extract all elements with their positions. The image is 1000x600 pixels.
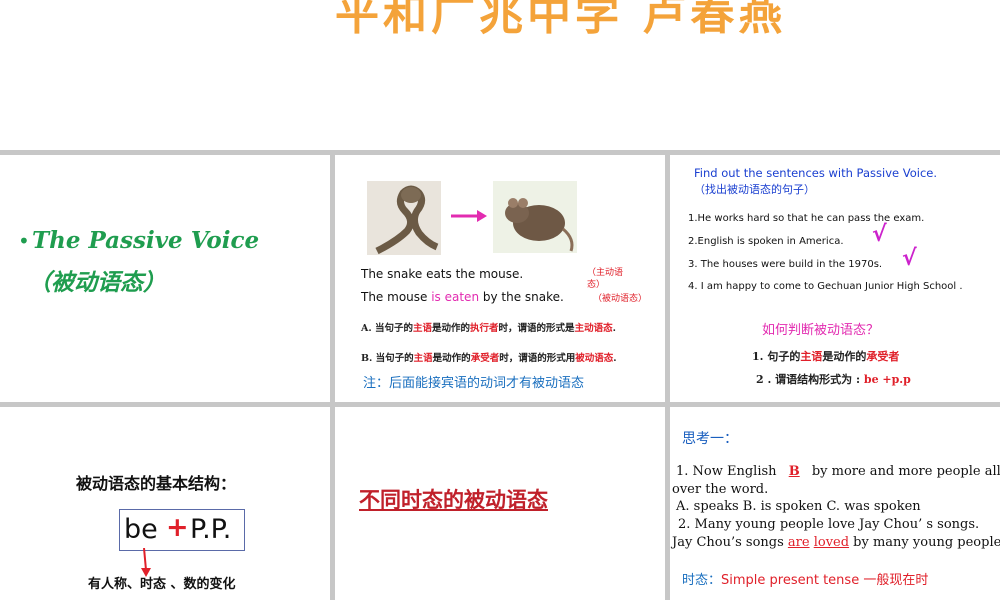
options-text: A. speaks B. is spoken C. was spoken [676,499,921,514]
sentence-passive: The mouse is eaten by the snake. [361,290,564,304]
answer-blank-3: loved [813,535,850,550]
slide-thumbnail-5[interactable]: 不同时态的被动语态 [335,407,665,600]
sentence-4: 4. I am happy to come to Gechuan Junior … [688,281,963,292]
question-text: 如何判断被动语态？ [762,323,880,338]
answer-blank-2: are [787,535,810,550]
point-1: 1. 句子的主语是动作的承受者 [752,350,900,363]
tag-active: （主动语态） [587,268,624,290]
formula-pp: P.P. [190,514,232,545]
slide-title: 思考一： [682,431,738,447]
slide-thumbnail-6[interactable]: 思考一： 1. Now English B by more and more p… [670,407,1000,600]
structure-note: 有人称、时态 、数的变化 [88,577,236,592]
slide-title: The Passive Voice [32,227,260,254]
question-1-line-1: 1. Now English B by more and more people… [676,464,1000,479]
slide-title: Find out the sentences with Passive Voic… [694,166,937,180]
slide-subtitle: （被动语态） [28,270,166,296]
slide-thumbnail-1[interactable]: • The Passive Voice （被动语态） [0,155,330,402]
rule-a: A. 当句子的主语是动作的执行者时，谓语的形式是主动语态. [361,323,616,334]
formula-plus: + [166,512,189,543]
rule-b: B. 当句子的主语是动作的承受者时，谓语的形式用被动语态. [361,353,617,364]
answer-blank-1: B [788,464,800,479]
question-2-line-2: Jay Chou’s songs are loved by many young… [672,535,1000,550]
slide-thumbnail-3[interactable]: Find out the sentences with Passive Voic… [670,155,1000,402]
question-1-line-2: over the word. [672,482,769,497]
sentence-1: 1.He works hard so that he can pass the … [688,213,925,224]
header-title: 平和广兆中学 卢春燕 [335,0,787,40]
header-banner: 平和广兆中学 卢春燕 [0,0,1000,150]
snake-image [367,181,441,255]
sentence-active: The snake eats the mouse. [361,267,524,281]
sentence-3: 3. The houses were build in the 1970s. [688,259,883,270]
point-2: 2 . 谓语结构形式为 : be +p.p [756,373,911,386]
check-mark-1: √ [872,222,887,247]
mouse-image [493,181,577,253]
slide-subtitle: （找出被动语态的句子） [694,183,815,196]
bullet: • [18,229,30,253]
slide-thumbnail-2[interactable]: The snake eats the mouse. The mouse is e… [335,155,665,402]
check-mark-2: √ [902,246,917,271]
tag-passive: （被动语态） [593,294,648,304]
tense-line: 时态：Simple present tense 一般现在时 [682,573,929,588]
formula-box: be + P.P. [119,509,245,551]
arrow-icon [451,210,487,222]
slide-title: 不同时态的被动语态 [359,487,548,512]
note-text: 注：后面能接宾语的动词才有被动语态 [363,376,585,391]
structure-title: 被动语态的基本结构： [76,474,237,493]
sentence-2: 2.English is spoken in America. [688,236,844,247]
slide-thumbnail-4[interactable]: 被动语态的基本结构： be + P.P. 有人称、时态 、数的变化 [0,407,330,600]
formula-be: be [124,514,158,545]
question-2-line-1: 2. Many young people love Jay Chou’ s so… [678,517,980,532]
